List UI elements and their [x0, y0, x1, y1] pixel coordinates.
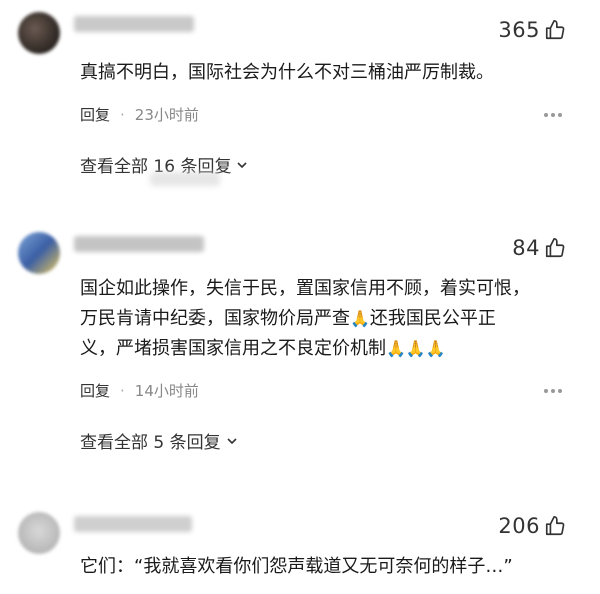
- like-count: 84: [512, 236, 540, 260]
- blur-overlay: [150, 172, 220, 186]
- comment-text: 真搞不明白，国际社会为什么不对三桶油严厉制裁。: [80, 62, 494, 83]
- comment-meta: 回复 · 23小时前: [80, 104, 199, 125]
- like-button[interactable]: 365: [498, 18, 566, 42]
- comment-line-2: 万民肯请中纪委，国家物价局严查🙏还我国民公平正: [80, 304, 564, 334]
- like-count: 365: [498, 18, 540, 42]
- thumbs-up-icon: [545, 20, 565, 40]
- comment-line-3a: 义，严堵损害国家信用之不良定价机制: [80, 338, 386, 359]
- reply-button[interactable]: 回复: [80, 104, 110, 125]
- reply-button[interactable]: 回复: [80, 380, 110, 401]
- more-horizontal-icon[interactable]: [544, 112, 562, 118]
- view-replies-button[interactable]: 查看全部 5 条回复: [80, 428, 239, 453]
- thumbs-up-icon: [545, 238, 565, 258]
- username-blurred[interactable]: [74, 236, 204, 252]
- timestamp: 23小时前: [134, 106, 199, 124]
- avatar[interactable]: [18, 512, 60, 554]
- view-replies-label: 查看全部 5 条回复: [80, 433, 221, 453]
- comment-meta: 回复 · 14小时前: [80, 380, 199, 401]
- comment-line-3: 义，严堵损害国家信用之不良定价机制🙏🙏🙏: [80, 334, 564, 364]
- comment-line-1: 国企如此操作，失信于民，置国家信用不顾，着实可恨，: [80, 278, 530, 299]
- thumbs-up-icon: [545, 516, 565, 536]
- more-horizontal-icon[interactable]: [544, 388, 562, 394]
- username-blurred[interactable]: [74, 516, 192, 532]
- avatar[interactable]: [18, 232, 60, 274]
- like-count: 206: [498, 514, 540, 538]
- username-blurred[interactable]: [74, 16, 194, 32]
- chevron-down-icon: [227, 437, 237, 444]
- like-button[interactable]: 206: [498, 514, 566, 538]
- folded-hands-icon: 🙏: [350, 309, 370, 328]
- separator-dot: ·: [120, 105, 125, 124]
- timestamp: 14小时前: [134, 382, 199, 400]
- comment-text: 国企如此操作，失信于民，置国家信用不顾，着实可恨， 万民肯请中纪委，国家物价局严…: [80, 274, 564, 364]
- comment-line-2b: 还我国民公平正: [369, 308, 496, 329]
- comment-text: 它们：“我就喜欢看你们怨声载道又无可奈何的样子…”: [80, 556, 513, 577]
- avatar[interactable]: [18, 12, 60, 54]
- chevron-down-icon: [237, 161, 248, 168]
- separator-dot: ·: [120, 381, 125, 400]
- comment-line-2a: 万民肯请中纪委，国家物价局严查: [80, 308, 350, 329]
- like-button[interactable]: 84: [512, 236, 566, 260]
- folded-hands-icon: 🙏🙏🙏: [386, 339, 446, 358]
